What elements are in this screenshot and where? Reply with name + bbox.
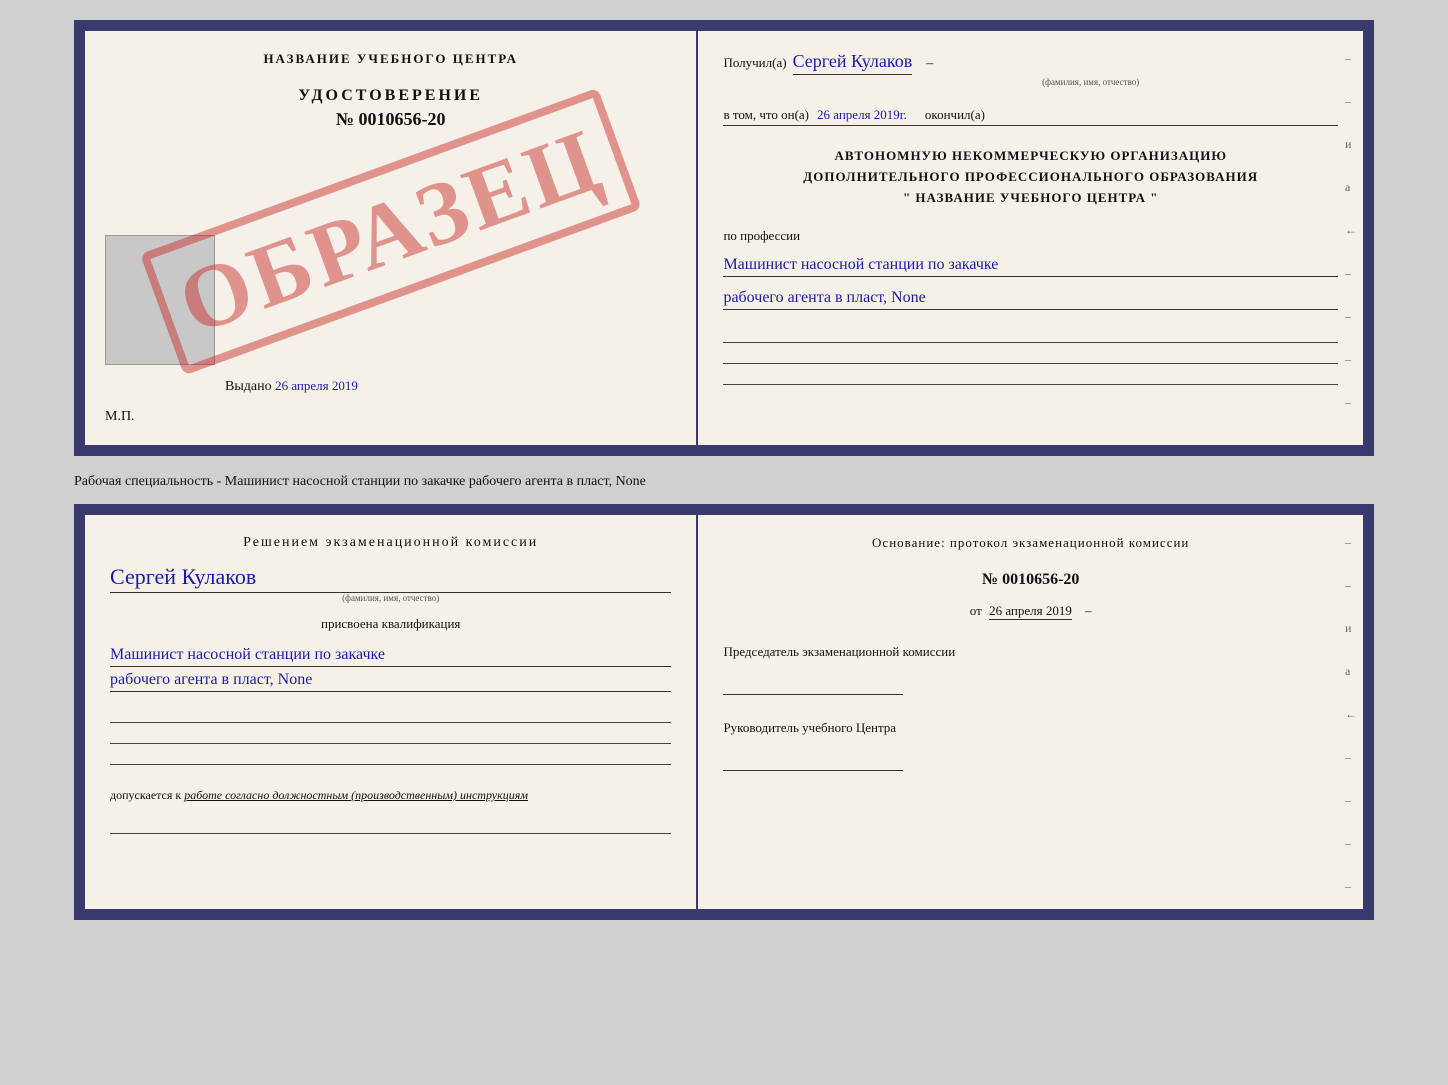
bottom-fio: Сергей Кулаков bbox=[110, 564, 671, 593]
bottom-profession-2: рабочего агента в пласт, None bbox=[110, 671, 671, 692]
separator-label: Рабочая специальность - Машинист насосно… bbox=[74, 474, 646, 489]
dash-line-3 bbox=[723, 367, 1338, 385]
poluchil-line: Получил(а) Сергей Кулаков – bbox=[723, 51, 1338, 75]
dopuskaetsya-block: допускается к работе согласно должностны… bbox=[110, 788, 671, 803]
side-mark-3: и bbox=[1345, 137, 1357, 152]
br-side-mark-9: – bbox=[1345, 879, 1357, 894]
dash1: – bbox=[926, 56, 933, 72]
osnov-title: Основание: протокол экзаменационной коми… bbox=[723, 535, 1338, 551]
side-mark-8: – bbox=[1345, 352, 1357, 367]
bottom-fio-block: Сергей Кулаков (фамилия, имя, отчество) bbox=[110, 564, 671, 603]
rukovoditel-label: Руководитель учебного Центра bbox=[723, 720, 1338, 736]
vtom-line: в том, что он(а) 26 апреля 2019г. окончи… bbox=[723, 107, 1338, 126]
side-mark-1: – bbox=[1345, 51, 1357, 66]
br-side-mark-7: – bbox=[1345, 793, 1357, 808]
udostoverenie-title: УДОСТОВЕРЕНИЕ bbox=[298, 87, 483, 105]
resheniem-title: Решением экзаменационной комиссии bbox=[110, 535, 671, 551]
fio-subtitle-top: (фамилия, имя, отчество) bbox=[843, 77, 1338, 87]
dash-line-2 bbox=[723, 346, 1338, 364]
qualification-lines: Машинист насосной станции по закачке раб… bbox=[110, 644, 671, 692]
predsedatel-label: Председатель экзаменационной комиссии bbox=[723, 644, 1338, 660]
br-side-mark-6: – bbox=[1345, 750, 1357, 765]
poluchil-label: Получил(а) bbox=[723, 55, 786, 71]
prisvoena-label: присвоена квалификация bbox=[110, 616, 671, 632]
br-side-mark-4: а bbox=[1345, 664, 1357, 679]
bottom-right-panel: Основание: протокол экзаменационной коми… bbox=[698, 515, 1363, 909]
side-mark-7: – bbox=[1345, 309, 1357, 324]
extra-dash-1 bbox=[110, 816, 671, 834]
vydano-label: Выдано bbox=[225, 379, 272, 394]
udostoverenie-num: № 0010656-20 bbox=[298, 109, 483, 130]
top-center-title: НАЗВАНИЕ УЧЕБНОГО ЦЕНТРА bbox=[263, 51, 518, 67]
br-side-mark-1: – bbox=[1345, 535, 1357, 550]
predsedatel-block: Председатель экзаменационной комиссии bbox=[723, 644, 1338, 695]
ot-date: от 26 апреля 2019 – bbox=[723, 603, 1338, 619]
org-line2: ДОПОЛНИТЕЛЬНОГО ПРОФЕССИОНАЛЬНОГО ОБРАЗО… bbox=[723, 167, 1338, 188]
top-right-panel: Получил(а) Сергей Кулаков – (фамилия, им… bbox=[698, 31, 1363, 445]
profession-line-2: рабочего агента в пласт, None bbox=[723, 289, 1338, 310]
vydano-line: Выдано 26 апреля 2019 bbox=[225, 378, 358, 395]
vtom-date: 26 апреля 2019г. bbox=[817, 107, 907, 123]
separator-text: Рабочая специальность - Машинист насосно… bbox=[74, 466, 1374, 494]
side-mark-9: – bbox=[1345, 395, 1357, 410]
bottom-left-extra-dashes bbox=[110, 816, 671, 834]
rukovoditel-block: Руководитель учебного Центра bbox=[723, 720, 1338, 771]
bottom-dash-2 bbox=[110, 726, 671, 744]
side-mark-2: – bbox=[1345, 94, 1357, 109]
obrazec-stamp: ОБРАЗЕЦ bbox=[140, 88, 642, 376]
side-mark-6: – bbox=[1345, 266, 1357, 281]
vtom-label: в том, что он(а) bbox=[723, 107, 809, 123]
dash-line-1 bbox=[723, 325, 1338, 343]
recipient-name: Сергей Кулаков bbox=[793, 51, 913, 75]
udostoverenie-block: УДОСТОВЕРЕНИЕ № 0010656-20 bbox=[298, 87, 483, 130]
dopuskaetsya-work: работе согласно должностным (производств… bbox=[184, 788, 528, 802]
side-mark-5: ← bbox=[1345, 223, 1357, 238]
dash-right-1: – bbox=[1085, 603, 1092, 618]
ot-date-value: 26 апреля 2019 bbox=[989, 603, 1072, 620]
ot-label: от bbox=[970, 603, 982, 618]
rukovoditel-sign-line bbox=[723, 741, 903, 771]
bottom-profession-1: Машинист насосной станции по закачке bbox=[110, 646, 671, 667]
bottom-dash-3 bbox=[110, 747, 671, 765]
bottom-doc: Решением экзаменационной комиссии Сергей… bbox=[82, 512, 1366, 912]
top-right-dash-lines bbox=[723, 325, 1338, 385]
dopuskaetsya-label: допускается к bbox=[110, 788, 181, 802]
bottom-left-dash-lines bbox=[110, 705, 671, 765]
org-line3: " НАЗВАНИЕ УЧЕБНОГО ЦЕНТРА " bbox=[723, 188, 1338, 209]
po-professii-label: по профессии bbox=[723, 228, 1338, 244]
br-side-mark-5: ← bbox=[1345, 707, 1357, 722]
bottom-dash-1 bbox=[110, 705, 671, 723]
org-line1: АВТОНОМНУЮ НЕКОММЕРЧЕСКУЮ ОРГАНИЗАЦИЮ bbox=[723, 146, 1338, 167]
org-block: АВТОНОМНУЮ НЕКОММЕРЧЕСКУЮ ОРГАНИЗАЦИЮ ДО… bbox=[723, 146, 1338, 208]
br-side-mark-3: и bbox=[1345, 621, 1357, 636]
photo-placeholder bbox=[105, 235, 215, 365]
protokol-num: № 0010656-20 bbox=[723, 571, 1338, 589]
predsedatel-sign-line bbox=[723, 665, 903, 695]
bottom-fio-sub: (фамилия, имя, отчество) bbox=[110, 593, 671, 603]
mp-line: М.П. bbox=[105, 409, 135, 425]
br-side-mark-2: – bbox=[1345, 578, 1357, 593]
okonchil-label: окончил(а) bbox=[925, 107, 985, 123]
profession-line-1: Машинист насосной станции по закачке bbox=[723, 256, 1338, 277]
side-mark-4: а bbox=[1345, 180, 1357, 195]
bottom-left-panel: Решением экзаменационной комиссии Сергей… bbox=[85, 515, 698, 909]
br-side-mark-8: – bbox=[1345, 836, 1357, 851]
vydano-date: 26 апреля 2019 bbox=[275, 378, 358, 393]
top-left-panel: НАЗВАНИЕ УЧЕБНОГО ЦЕНТРА ОБРАЗЕЦ УДОСТОВ… bbox=[85, 31, 698, 445]
